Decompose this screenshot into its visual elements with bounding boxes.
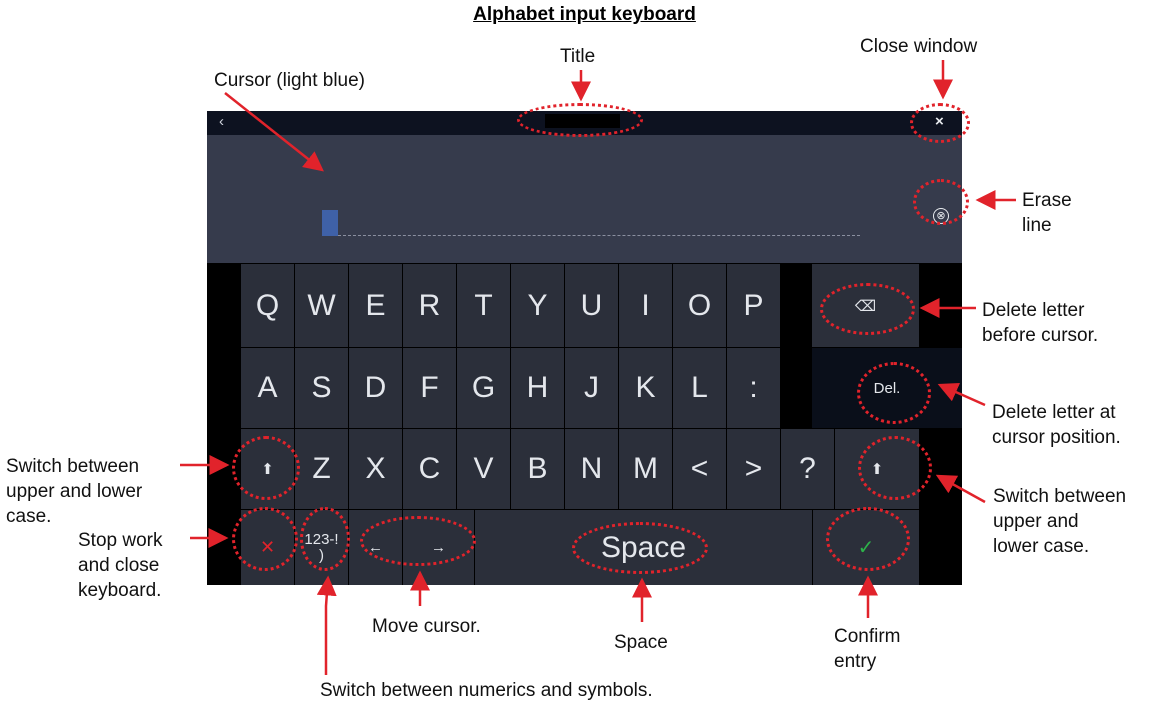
callout-erase-line: Erase line xyxy=(1022,190,1072,236)
callout-switch-case-right: Switch between upper and lower case. xyxy=(993,486,1127,557)
shift-right-arrow xyxy=(935,474,986,504)
callout-move-cursor: Move cursor. xyxy=(372,616,481,637)
callout-cursor: Cursor (light blue) xyxy=(214,70,365,91)
callout-delete-at: Delete letter at cursor position. xyxy=(992,402,1121,448)
callout-switch-case-left: Switch between upper and lower case. xyxy=(6,456,143,527)
callout-close-window: Close window xyxy=(860,36,978,57)
callout-stop-work: Stop work and close keyboard. xyxy=(78,530,163,601)
numsym-arrow xyxy=(316,575,337,675)
cursor-arrow xyxy=(224,92,324,172)
callout-space: Space xyxy=(614,632,668,653)
callout-numerics: Switch between numerics and symbols. xyxy=(320,680,653,701)
callout-delete-before: Delete letter before cursor. xyxy=(982,300,1099,346)
delete-arrow xyxy=(937,382,986,407)
callout-confirm: Confirm entry xyxy=(834,626,901,672)
callout-title: Title xyxy=(560,46,596,67)
callout-arrows xyxy=(180,60,1016,675)
